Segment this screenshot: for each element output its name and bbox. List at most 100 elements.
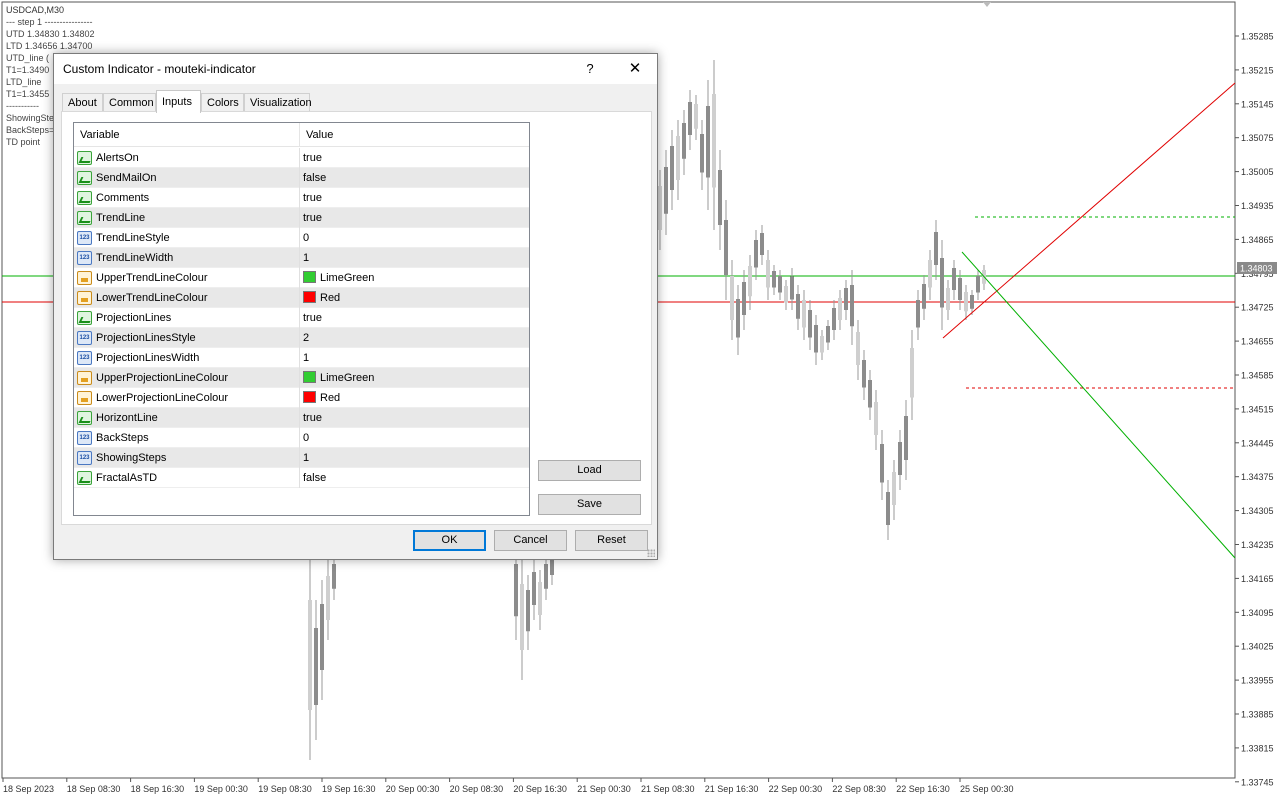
color-param-icon <box>77 391 92 405</box>
color-param-icon <box>77 271 92 285</box>
param-row-sendmailon[interactable]: SendMailOn false <box>74 168 529 188</box>
candle-body <box>802 300 806 328</box>
param-value[interactable]: true <box>303 148 322 168</box>
tab-common[interactable]: Common <box>103 93 156 112</box>
candle-body <box>314 628 318 705</box>
cell-divider <box>299 248 300 268</box>
param-row-backsteps[interactable]: 123 BackSteps 0 <box>74 428 529 448</box>
overlay-line: UTD 1.34830 1.34802 <box>6 29 95 39</box>
time-tick-label: 20 Sep 08:30 <box>450 784 504 794</box>
time-tick-label: 19 Sep 08:30 <box>258 784 312 794</box>
overlay-line: LTD 1.34656 1.34700 <box>6 41 93 51</box>
tab-about[interactable]: About <box>62 93 103 112</box>
close-icon[interactable]: ✕ <box>620 58 650 80</box>
parameters-grid[interactable]: Variable Value AlertsOn true SendMailOn fal… <box>73 122 530 516</box>
param-value[interactable]: 1 <box>303 348 309 368</box>
reset-button[interactable]: Reset <box>575 530 648 551</box>
candle-body <box>934 232 938 265</box>
param-row-lowerprojectionlinecolour[interactable]: LowerProjectionLineColour Red <box>74 388 529 408</box>
param-value[interactable]: 1 <box>303 248 309 268</box>
cell-divider <box>299 188 300 208</box>
param-name: LowerTrendLineColour <box>96 292 208 304</box>
param-value[interactable]: 0 <box>303 228 309 248</box>
param-value-text: 0 <box>303 432 310 444</box>
param-row-trendlinewidth[interactable]: 123 TrendLineWidth 1 <box>74 248 529 268</box>
param-row-comments[interactable]: Comments true <box>74 188 529 208</box>
upper-trend-line <box>961 251 1236 559</box>
candle-body <box>808 310 812 338</box>
tab-colors[interactable]: Colors <box>201 93 244 112</box>
param-name: UpperProjectionLineColour <box>96 372 229 384</box>
param-value-text: true <box>303 192 322 204</box>
param-name: FractalAsTD <box>96 472 158 484</box>
candle-body <box>916 300 920 328</box>
param-row-projectionlinesstyle[interactable]: 123 ProjectionLinesStyle 2 <box>74 328 529 348</box>
price-tick-label: 1.34305 <box>1241 506 1274 516</box>
candle-body <box>952 268 956 290</box>
param-value[interactable]: 2 <box>303 328 309 348</box>
param-row-projectionlines[interactable]: ProjectionLines true <box>74 308 529 328</box>
candle-body <box>850 285 854 327</box>
column-header-variable[interactable]: Variable <box>74 123 120 147</box>
inputs-panel: Variable Value AlertsOn true SendMailOn fal… <box>61 111 652 525</box>
load-button[interactable]: Load <box>538 460 641 481</box>
cancel-button[interactable]: Cancel <box>494 530 567 551</box>
param-value-text: true <box>303 412 322 424</box>
time-tick-label: 22 Sep 16:30 <box>896 784 950 794</box>
color-swatch <box>303 291 316 303</box>
candle-body <box>892 472 896 505</box>
time-tick-label: 25 Sep 00:30 <box>960 784 1014 794</box>
candle-body <box>784 286 788 303</box>
param-row-uppertrendlinecolour[interactable]: UpperTrendLineColour LimeGreen <box>74 268 529 288</box>
param-value[interactable]: true <box>303 188 322 208</box>
candle-body <box>676 136 680 180</box>
help-icon[interactable]: ? <box>575 58 605 80</box>
tab-inputs[interactable]: Inputs <box>156 90 201 113</box>
param-row-lowertrendlinecolour[interactable]: LowerTrendLineColour Red <box>74 288 529 308</box>
param-value[interactable]: LimeGreen <box>303 268 374 288</box>
param-row-projectionlineswidth[interactable]: 123 ProjectionLinesWidth 1 <box>74 348 529 368</box>
param-value[interactable]: false <box>303 168 326 188</box>
integer-param-icon: 123 <box>77 251 92 265</box>
cell-divider <box>299 148 300 168</box>
price-tick-label: 1.33745 <box>1241 777 1274 787</box>
candle-body <box>862 360 866 388</box>
param-row-fractalastd[interactable]: FractalAsTD false <box>74 468 529 488</box>
param-value[interactable]: 0 <box>303 428 309 448</box>
param-value[interactable]: Red <box>303 288 340 308</box>
param-row-alertson[interactable]: AlertsOn true <box>74 148 529 168</box>
param-row-trendline[interactable]: TrendLine true <box>74 208 529 228</box>
boolean-param-icon <box>77 311 92 325</box>
tab-visualization[interactable]: Visualization <box>244 93 312 112</box>
param-value[interactable]: true <box>303 308 322 328</box>
ok-button[interactable]: OK <box>413 530 486 551</box>
price-tick-label: 1.33885 <box>1241 710 1274 720</box>
column-header-value[interactable]: Value <box>300 123 333 147</box>
param-value[interactable]: true <box>303 208 322 228</box>
param-name: TrendLineStyle <box>96 232 170 244</box>
dialog-titlebar[interactable]: Custom Indicator - mouteki-indicator ? ✕ <box>54 54 657 84</box>
time-tick-label: 21 Sep 16:30 <box>705 784 759 794</box>
candle-body <box>976 276 980 293</box>
param-value[interactable]: LimeGreen <box>303 368 374 388</box>
candle-body <box>898 442 902 475</box>
param-value-text: 1 <box>303 252 310 264</box>
cell-divider <box>299 408 300 428</box>
param-row-horizontline[interactable]: HorizontLine true <box>74 408 529 428</box>
resize-grip[interactable] <box>647 549 655 557</box>
candle-body <box>664 167 668 214</box>
candle-body <box>886 492 890 525</box>
price-tick-label: 1.34655 <box>1241 337 1274 347</box>
param-row-showingsteps[interactable]: 123 ShowingSteps 1 <box>74 448 529 468</box>
param-value[interactable]: false <box>303 468 326 488</box>
param-value[interactable]: Red <box>303 388 340 408</box>
save-button[interactable]: Save <box>538 494 641 515</box>
param-value[interactable]: true <box>303 408 322 428</box>
param-value[interactable]: 1 <box>303 448 309 468</box>
param-row-trendlinestyle[interactable]: 123 TrendLineStyle 0 <box>74 228 529 248</box>
param-row-upperprojectionlinecolour[interactable]: UpperProjectionLineColour LimeGreen <box>74 368 529 388</box>
price-tick-label: 1.33815 <box>1241 743 1274 753</box>
candle-body <box>796 294 800 319</box>
lower-trend-line <box>942 82 1236 339</box>
cell-divider <box>299 468 300 488</box>
